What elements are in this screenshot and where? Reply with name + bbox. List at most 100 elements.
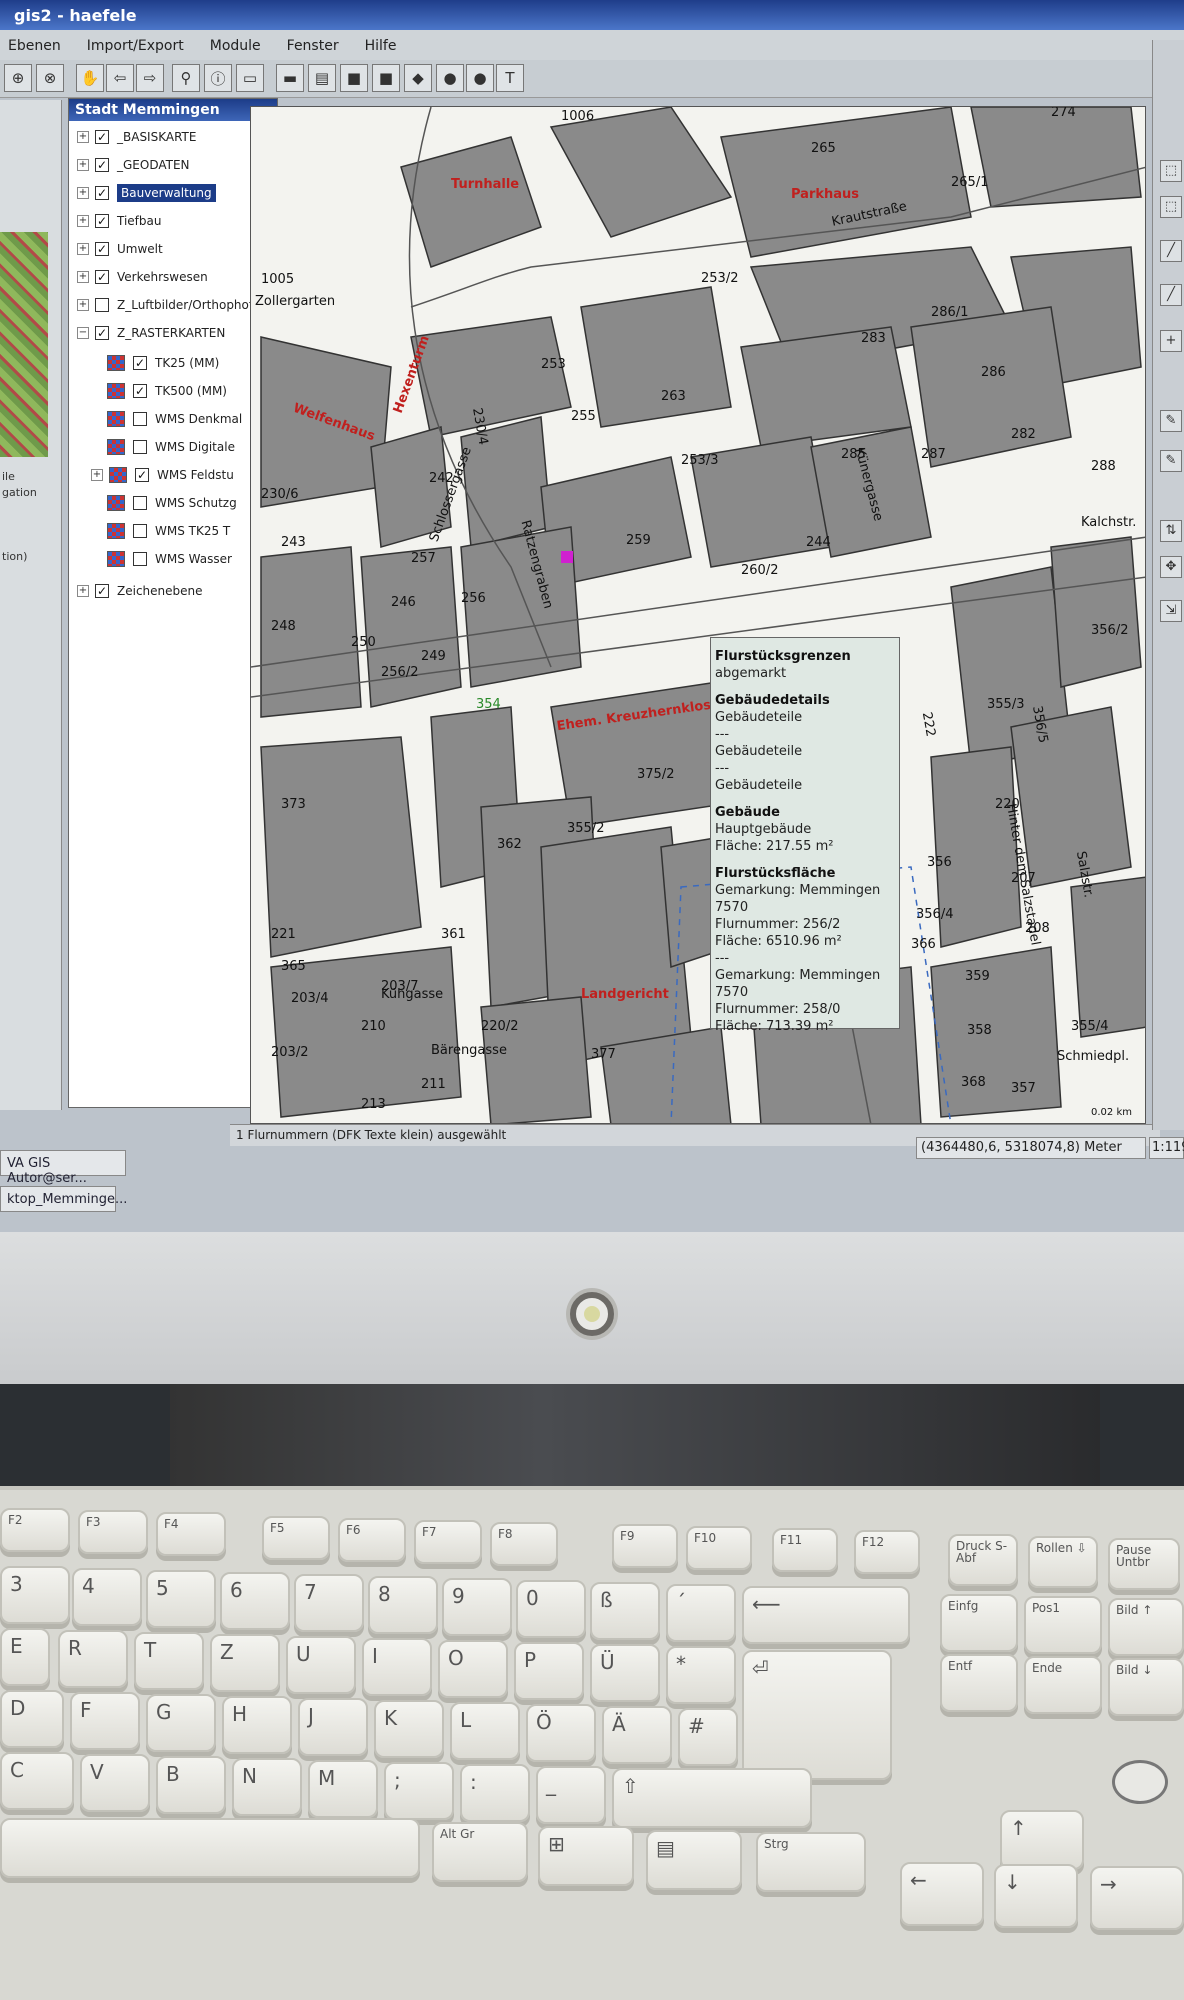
key-3[interactable]: 3 xyxy=(0,1566,70,1624)
select-icon[interactable]: ■ xyxy=(340,64,368,92)
layer-item[interactable]: ✓ TK500 (MM) xyxy=(107,379,227,403)
sleep-moon-icon[interactable] xyxy=(1112,1760,1168,1804)
key-arrow-right[interactable]: → xyxy=(1090,1866,1184,1930)
layer-item[interactable]: + ✓ Verkehrswesen xyxy=(77,265,208,289)
key-z[interactable]: Z xyxy=(210,1634,280,1692)
key-arrow-down[interactable]: ↓ xyxy=(994,1864,1078,1928)
layer-item[interactable]: + ✓ Bauverwaltung xyxy=(77,181,216,205)
map-canvas[interactable]: 1006 274 Turnhalle 265 Parkhaus 1005 Zol… xyxy=(250,106,1146,1124)
key-pause[interactable]: Pause Untbr xyxy=(1108,1538,1180,1590)
layer-item[interactable]: + ✓ _BASISKARTE xyxy=(77,125,196,149)
layer-checkbox[interactable]: ✓ xyxy=(133,356,147,370)
layer-checkbox[interactable]: ✓ xyxy=(95,158,109,172)
key-f[interactable]: F xyxy=(70,1692,140,1750)
key-f3[interactable]: F3 xyxy=(78,1510,148,1554)
layer-checkbox[interactable]: ✓ xyxy=(95,186,109,200)
key-end[interactable]: Ende xyxy=(1024,1656,1102,1714)
key-g[interactable]: G xyxy=(146,1694,216,1752)
key-f11[interactable]: F11 xyxy=(772,1528,838,1572)
key-p[interactable]: P xyxy=(514,1642,584,1700)
key-arrow-up[interactable]: ↑ xyxy=(1000,1810,1084,1870)
layer-checkbox[interactable]: ✓ xyxy=(95,242,109,256)
key-f7[interactable]: F7 xyxy=(414,1520,482,1564)
pan-hand-icon[interactable]: ✋ xyxy=(76,64,104,92)
expand-icon[interactable]: + xyxy=(77,187,89,199)
key-period[interactable]: : xyxy=(460,1764,530,1822)
windows-key-icon[interactable]: ⊞ xyxy=(538,1826,634,1886)
tool-icon[interactable]: + xyxy=(1160,330,1182,352)
expand-icon[interactable]: + xyxy=(77,243,89,255)
layer-checkbox[interactable]: ✓ xyxy=(133,384,147,398)
tool-icon[interactable]: ⇅ xyxy=(1160,520,1182,542)
layer-checkbox[interactable] xyxy=(133,524,147,538)
select-line-icon[interactable]: ● xyxy=(466,64,494,92)
ruler-icon[interactable]: ▬ xyxy=(276,64,304,92)
zoom-out-icon[interactable]: ⊗ xyxy=(36,64,64,92)
taskbar-item[interactable]: ktop_Memminge... xyxy=(0,1186,127,1212)
collapse-icon[interactable]: − xyxy=(77,327,89,339)
layer-item[interactable]: WMS Wasser xyxy=(107,547,232,571)
key-f6[interactable]: F6 xyxy=(338,1518,406,1562)
key-9[interactable]: 9 xyxy=(442,1578,512,1636)
tool-icon[interactable]: ⬚ xyxy=(1160,196,1182,218)
layer-checkbox[interactable] xyxy=(133,412,147,426)
power-button-icon[interactable] xyxy=(570,1292,614,1336)
layer-item[interactable]: WMS Digitale xyxy=(107,435,235,459)
expand-icon[interactable]: + xyxy=(77,215,89,227)
key-enter[interactable]: ⏎ xyxy=(742,1650,892,1780)
layer-checkbox[interactable]: ✓ xyxy=(95,214,109,228)
key-home[interactable]: Pos1 xyxy=(1024,1596,1102,1654)
area-icon[interactable]: ▤ xyxy=(308,64,336,92)
key-u[interactable]: U xyxy=(286,1636,356,1694)
menu-hilfe[interactable]: Hilfe xyxy=(365,38,397,54)
select-poly-icon[interactable]: ◆ xyxy=(404,64,432,92)
layer-checkbox[interactable]: ✓ xyxy=(95,130,109,144)
menu-module[interactable]: Module xyxy=(210,38,261,54)
key-comma[interactable]: ; xyxy=(384,1762,454,1820)
tool-icon[interactable]: ⬚ xyxy=(1160,160,1182,182)
layer-checkbox[interactable] xyxy=(133,496,147,510)
key-8[interactable]: 8 xyxy=(368,1576,438,1634)
key-oe[interactable]: Ö xyxy=(526,1704,596,1762)
key-d[interactable]: D xyxy=(0,1690,64,1748)
expand-icon[interactable]: + xyxy=(77,131,89,143)
back-arrow-icon[interactable]: ⇦ xyxy=(106,64,134,92)
key-h[interactable]: H xyxy=(222,1696,292,1754)
key-c[interactable]: C xyxy=(0,1752,74,1810)
binoculars-icon[interactable]: ⚲ xyxy=(172,64,200,92)
tool-icon[interactable]: ╱ xyxy=(1160,240,1182,262)
key-r[interactable]: R xyxy=(58,1630,128,1688)
key-f5[interactable]: F5 xyxy=(262,1516,330,1560)
layer-checkbox[interactable]: ✓ xyxy=(95,584,109,598)
key-f10[interactable]: F10 xyxy=(686,1526,752,1570)
key-f12[interactable]: F12 xyxy=(854,1530,920,1574)
key-minus[interactable]: _ xyxy=(536,1766,606,1824)
menu-key-icon[interactable]: ▤ xyxy=(646,1830,742,1890)
key-7[interactable]: 7 xyxy=(294,1574,364,1632)
key-shift-right[interactable]: ⇧ xyxy=(612,1768,812,1828)
layer-item[interactable]: − ✓ Z_RASTERKARTEN xyxy=(77,321,225,345)
expand-icon[interactable]: + xyxy=(77,585,89,597)
key-v[interactable]: V xyxy=(80,1754,150,1812)
key-scroll-lock[interactable]: Rollen ⇩ xyxy=(1028,1536,1098,1588)
key-5[interactable]: 5 xyxy=(146,1570,216,1628)
layer-item[interactable]: + ✓ Tiefbau xyxy=(77,209,161,233)
layer-item[interactable]: + ✓ Umwelt xyxy=(77,237,163,261)
key-e[interactable]: E xyxy=(0,1628,50,1686)
tool-icon[interactable]: ╱ xyxy=(1160,284,1182,306)
expand-icon[interactable]: + xyxy=(77,299,89,311)
key-arrow-left[interactable]: ← xyxy=(900,1862,984,1926)
key-j[interactable]: J xyxy=(298,1698,368,1756)
layer-item[interactable]: WMS Schutzg xyxy=(107,491,237,515)
key-page-up[interactable]: Bild ↑ xyxy=(1108,1598,1184,1656)
key-f2[interactable]: F2 xyxy=(0,1508,70,1552)
menu-import-export[interactable]: Import/Export xyxy=(87,38,184,54)
layer-checkbox[interactable]: ✓ xyxy=(95,326,109,340)
tool-icon[interactable]: ⇲ xyxy=(1160,600,1182,622)
key-hash[interactable]: # xyxy=(678,1708,738,1766)
key-plus[interactable]: * xyxy=(666,1646,736,1704)
layer-item[interactable]: WMS TK25 T xyxy=(107,519,230,543)
key-ue[interactable]: Ü xyxy=(590,1644,660,1702)
key-i[interactable]: I xyxy=(362,1638,432,1696)
key-delete[interactable]: Entf xyxy=(940,1654,1018,1712)
